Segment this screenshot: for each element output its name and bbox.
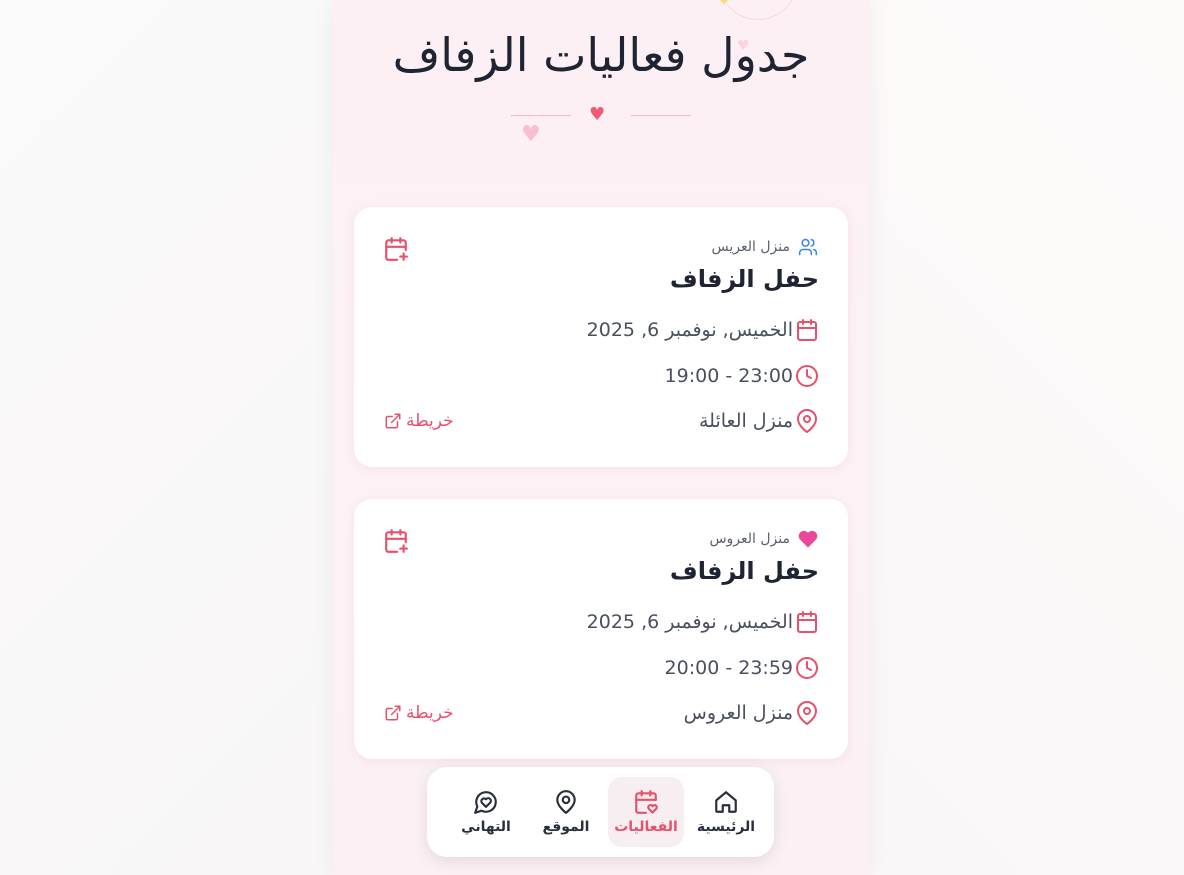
nav-item-label: الموقع	[542, 819, 590, 835]
event-date-row: الخميس, نوفمبر 6, 2025	[587, 610, 819, 634]
external-link-icon	[385, 413, 401, 429]
clock-icon	[796, 657, 818, 679]
add-to-calendar-icon[interactable]	[383, 528, 409, 554]
heart-icon	[798, 530, 818, 548]
app-screen: ✦ ♥ ♥ جدول فعاليات الزفاف ♥ منزل العريس …	[333, 0, 869, 875]
map-pin-icon	[797, 701, 817, 725]
event-place: منزل العروس	[683, 702, 793, 724]
event-place-row: منزل العائلة	[699, 409, 819, 433]
page-title: جدول فعاليات الزفاف	[392, 28, 810, 82]
event-time: 19:00 - 23:00	[664, 365, 793, 387]
title-divider: ♥	[511, 104, 691, 128]
event-title: حفل الزفاف	[669, 265, 819, 293]
message-heart-icon	[474, 791, 497, 814]
bottom-nav: الرئيسية الفعاليات الموقع التهاني	[427, 767, 774, 857]
event-time: 20:00 - 23:59	[664, 657, 793, 679]
map-link-label: خريطة	[406, 411, 454, 431]
divider-line	[631, 115, 691, 116]
nav-item-wishes[interactable]: التهاني	[448, 777, 524, 847]
event-host-label: منزل العروس	[709, 531, 790, 547]
event-card: منزل العروس حفل الزفاف الخميس, نوفمبر 6,…	[354, 499, 848, 759]
map-pin-icon	[797, 409, 817, 433]
event-date-row: الخميس, نوفمبر 6, 2025	[587, 318, 819, 342]
background-right	[869, 0, 1184, 875]
users-icon	[798, 238, 818, 256]
nav-item-label: التهاني	[461, 819, 511, 835]
map-link-label: خريطة	[406, 703, 454, 723]
event-place: منزل العائلة	[698, 410, 793, 432]
event-host: منزل العروس	[709, 529, 818, 549]
background-left	[0, 0, 333, 875]
event-host-label: منزل العريس	[711, 239, 790, 255]
nav-item-events[interactable]: الفعاليات	[608, 777, 684, 847]
nav-item-location[interactable]: الموقع	[528, 777, 604, 847]
add-to-calendar-icon[interactable]	[383, 236, 409, 262]
divider-heart-icon: ♥	[589, 104, 606, 125]
nav-item-label: الرئيسية	[696, 819, 756, 835]
event-title: حفل الزفاف	[669, 557, 819, 585]
event-time-row: 20:00 - 23:59	[665, 656, 819, 680]
event-date: الخميس, نوفمبر 6, 2025	[586, 611, 793, 633]
decorative-star-icon: ✦	[718, 0, 730, 10]
calendar-icon	[797, 611, 817, 633]
calendar-heart-icon	[635, 790, 658, 814]
home-icon	[715, 791, 737, 813]
nav-item-label: الفعاليات	[614, 819, 678, 835]
clock-icon	[796, 365, 818, 387]
map-pin-icon	[556, 790, 576, 814]
external-link-icon	[385, 705, 401, 721]
event-host: منزل العريس	[712, 237, 818, 257]
event-card: منزل العريس حفل الزفاف الخميس, نوفمبر 6,…	[354, 207, 848, 467]
map-link[interactable]: خريطة	[384, 411, 454, 431]
decorative-circle	[718, 0, 798, 20]
calendar-icon	[797, 319, 817, 341]
nav-item-home[interactable]: الرئيسية	[688, 777, 764, 847]
divider-line	[511, 115, 571, 116]
map-link[interactable]: خريطة	[384, 703, 454, 723]
event-time-row: 19:00 - 23:00	[665, 364, 819, 388]
event-place-row: منزل العروس	[684, 701, 819, 725]
event-date: الخميس, نوفمبر 6, 2025	[586, 319, 793, 341]
